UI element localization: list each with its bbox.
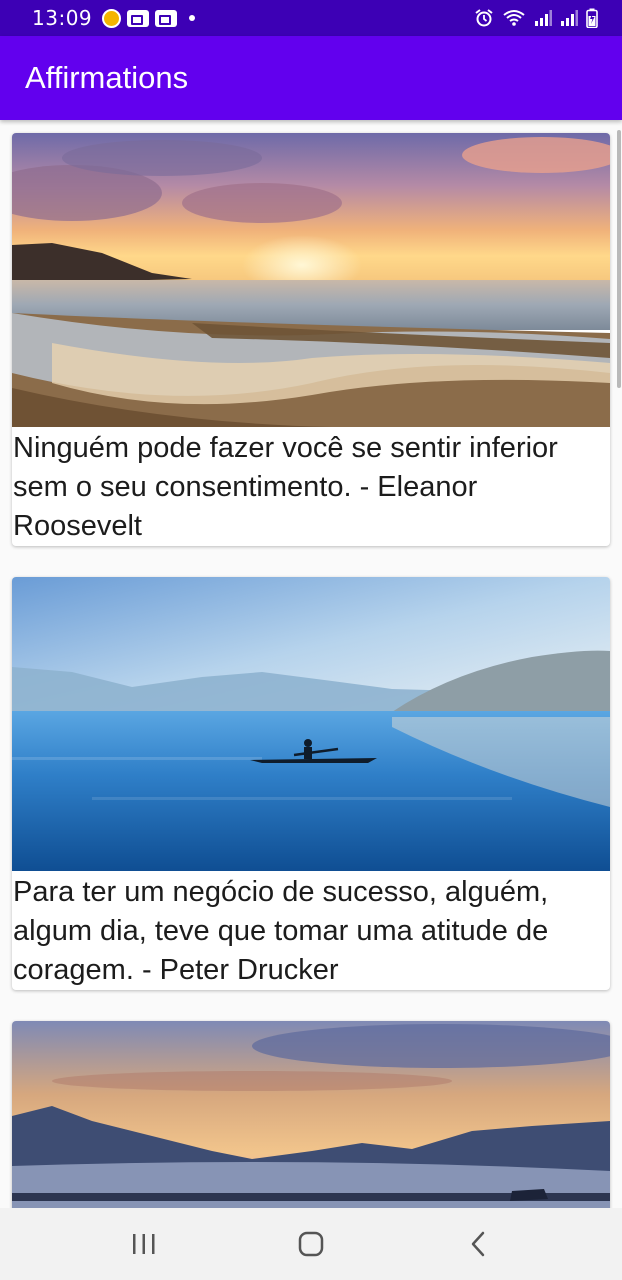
battery-charging-icon [586, 8, 598, 28]
status-time: 13:09 [32, 6, 93, 30]
signal-icon [561, 10, 578, 26]
affirmation-image [12, 133, 610, 427]
recent-apps-button[interactable] [114, 1214, 174, 1274]
back-button[interactable] [448, 1214, 508, 1274]
affirmation-image [12, 577, 610, 871]
app-bar: Affirmations [0, 36, 622, 120]
media-notification-icon [155, 9, 178, 27]
recent-apps-icon [132, 1234, 155, 1254]
wifi-icon [503, 10, 525, 26]
signal-icon [535, 10, 552, 26]
affirmation-card[interactable]: Para ter um negócio de sucesso, alguém, … [12, 577, 610, 990]
notification-icons [102, 8, 196, 28]
home-button[interactable] [281, 1214, 341, 1274]
affirmation-text: Ninguém pode fazer você se sentir inferi… [13, 432, 558, 542]
dot-icon [189, 15, 196, 21]
affirmation-text: Para ter um negócio de sucesso, alguém, … [13, 876, 549, 986]
home-icon [298, 1231, 324, 1257]
affirmation-card[interactable]: Ninguém pode fazer você se sentir inferi… [12, 133, 610, 546]
affirmation-image [12, 1021, 610, 1208]
app-screen: 13:09 Affirmations Ninguém pode fazer vo… [0, 0, 622, 1280]
system-icons [474, 8, 598, 28]
affirmation-card[interactable] [12, 1021, 610, 1208]
back-icon [472, 1231, 485, 1257]
status-bar: 13:09 [0, 0, 622, 36]
media-notification-icon [127, 9, 150, 27]
alarm-icon [475, 9, 493, 27]
scrollbar[interactable] [617, 130, 621, 388]
navigation-bar [0, 1208, 622, 1280]
notification-circle-icon [102, 8, 122, 28]
app-title: Affirmations [25, 60, 189, 95]
affirmations-list[interactable]: Ninguém pode fazer você se sentir inferi… [0, 120, 622, 1208]
